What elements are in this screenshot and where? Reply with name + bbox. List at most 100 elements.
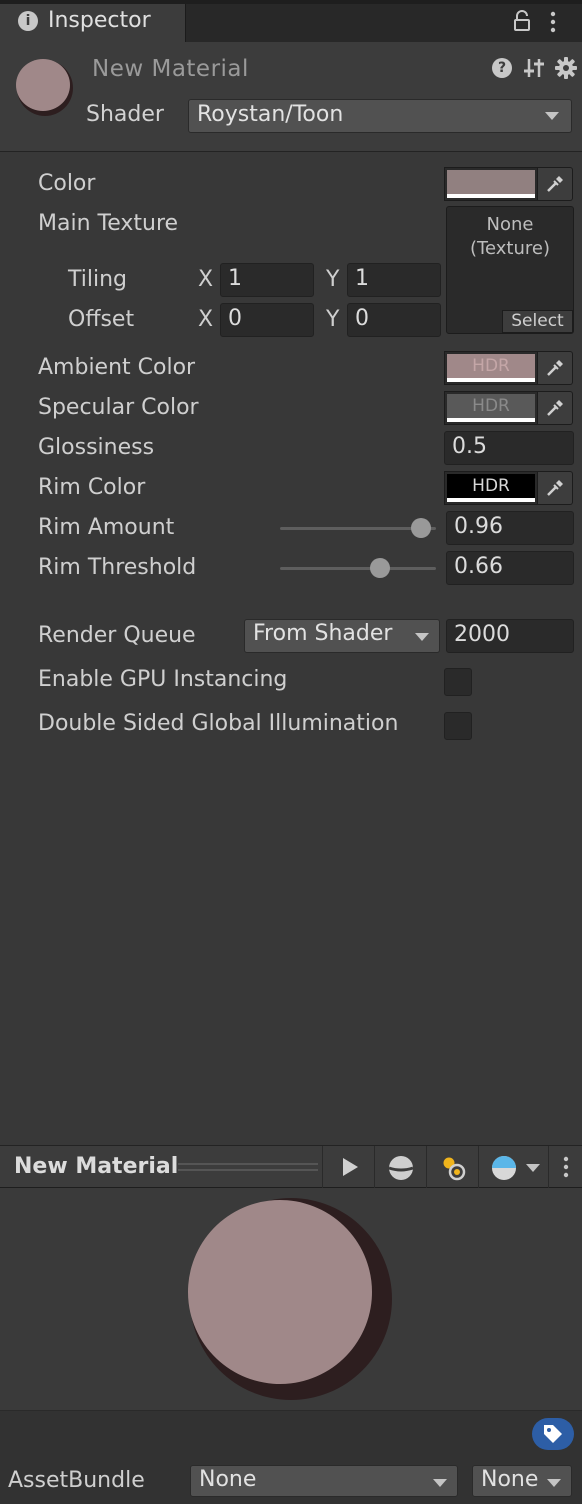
color-swatch[interactable]: [444, 167, 538, 201]
shader-dropdown[interactable]: Roystan/Toon: [188, 99, 572, 133]
help-icon[interactable]: ?: [492, 58, 512, 78]
rim-color-swatch[interactable]: HDR: [444, 471, 538, 505]
texture-slot[interactable]: None (Texture) Select: [446, 206, 574, 334]
preview-menu-button[interactable]: [548, 1146, 582, 1188]
chevron-down-icon: [526, 1164, 540, 1172]
hdr-badge: HDR: [472, 476, 510, 496]
rim-color-fill: HDR: [447, 474, 535, 498]
rim-threshold-slider-knob[interactable]: [369, 558, 390, 578]
ambient-color-fill: HDR: [447, 354, 535, 378]
double-sided-gi-checkbox[interactable]: [444, 712, 472, 740]
skybox-dropdown-button[interactable]: [478, 1146, 548, 1188]
tiling-y-label: Y: [326, 267, 340, 292]
rim-amount-label: Rim Amount: [38, 515, 175, 540]
hdr-badge: HDR: [472, 396, 510, 416]
shader-value: Roystan/Toon: [197, 102, 344, 127]
glossiness-input[interactable]: 0.5: [444, 431, 574, 465]
mesh-select-button[interactable]: [374, 1146, 426, 1188]
rim-threshold-slider-track[interactable]: [280, 567, 436, 570]
offset-y-label: Y: [326, 307, 340, 332]
color-picker-button[interactable]: [538, 167, 573, 201]
alpha-bar: [447, 194, 535, 198]
chevron-down-icon: [415, 633, 429, 641]
gpu-instancing-checkbox[interactable]: [444, 668, 472, 696]
ambient-color-label: Ambient Color: [38, 355, 196, 380]
play-button[interactable]: [322, 1146, 374, 1188]
render-queue-input[interactable]: 2000: [446, 619, 574, 653]
material-preview-sphere: [188, 1198, 392, 1400]
render-queue-dropdown[interactable]: From Shader: [244, 619, 440, 653]
render-queue-label: Render Queue: [38, 623, 196, 648]
texture-select-button[interactable]: Select: [502, 310, 573, 333]
rim-threshold-value: 0.66: [454, 554, 503, 579]
rim-amount-slider-knob[interactable]: [410, 518, 431, 538]
tiling-y-input[interactable]: 1: [347, 263, 441, 297]
eyedropper-icon: [547, 360, 563, 376]
asset-bundle-variant-value: None: [481, 1467, 539, 1492]
preview-toolbar: New Material: [0, 1145, 582, 1188]
glossiness-value: 0.5: [452, 434, 487, 459]
asset-labels-button[interactable]: [532, 1418, 574, 1450]
specular-color-swatch[interactable]: HDR: [444, 391, 538, 425]
rim-color-picker-button[interactable]: [538, 471, 573, 505]
tiling-x-value: 1: [228, 266, 242, 291]
asset-bundle-name-dropdown[interactable]: None: [190, 1465, 458, 1497]
material-header: [0, 42, 582, 152]
gear-icon[interactable]: [555, 57, 577, 79]
hdr-badge: HDR: [472, 356, 510, 376]
tab-label: Inspector: [48, 8, 151, 33]
material-preview[interactable]: [0, 1188, 582, 1410]
play-icon: [343, 1158, 358, 1176]
skybox-sphere-icon: [492, 1156, 516, 1180]
ambient-color-swatch[interactable]: HDR: [444, 351, 538, 385]
specular-color-label: Specular Color: [38, 395, 199, 420]
offset-x-value: 0: [228, 306, 242, 331]
offset-y-value: 0: [355, 306, 369, 331]
light-toggle-button[interactable]: [426, 1146, 478, 1188]
color-label: Color: [38, 171, 96, 196]
double-sided-gi-label: Double Sided Global Illumination: [38, 711, 399, 736]
shader-label: Shader: [86, 102, 164, 127]
rim-threshold-label: Rim Threshold: [38, 555, 197, 580]
presets-icon[interactable]: [523, 57, 545, 79]
ambient-color-picker-button[interactable]: [538, 351, 573, 385]
main-texture-label: Main Texture: [38, 211, 179, 236]
asset-bundle-name-value: None: [199, 1467, 257, 1492]
render-queue-mode: From Shader: [253, 621, 393, 646]
material-name: New Material: [92, 56, 249, 82]
offset-x-input[interactable]: 0: [220, 303, 314, 337]
specular-color-fill: HDR: [447, 394, 535, 418]
tag-icon: [544, 1425, 562, 1443]
tiling-x-label: X: [198, 267, 214, 292]
preview-title[interactable]: New Material: [14, 1154, 178, 1179]
tiling-y-value: 1: [355, 266, 369, 291]
tiling-label: Tiling: [68, 267, 128, 292]
specular-color-picker-button[interactable]: [538, 391, 573, 425]
rim-amount-value: 0.96: [454, 514, 503, 539]
tiling-x-input[interactable]: 1: [220, 263, 314, 297]
drag-handle: [178, 1169, 318, 1171]
lock-icon[interactable]: [512, 10, 532, 32]
glossiness-label: Glossiness: [38, 435, 155, 460]
rim-threshold-input[interactable]: 0.66: [446, 551, 574, 585]
texture-slot-value: None (Texture): [470, 214, 550, 259]
kebab-menu-icon[interactable]: [545, 10, 561, 34]
kebab-menu-icon: [563, 1156, 569, 1178]
rim-color-label: Rim Color: [38, 475, 146, 500]
alpha-bar: [447, 498, 535, 502]
gpu-instancing-label: Enable GPU Instancing: [38, 667, 288, 692]
chevron-down-icon: [433, 1479, 447, 1487]
offset-y-input[interactable]: 0: [347, 303, 441, 337]
material-thumbnail: [16, 59, 73, 116]
color-swatch-fill: [447, 170, 535, 194]
render-queue-value: 2000: [454, 622, 510, 647]
light-icon: [443, 1157, 466, 1181]
asset-bundle-variant-dropdown[interactable]: None: [472, 1465, 572, 1497]
info-icon: i: [18, 11, 38, 31]
eyedropper-icon: [547, 400, 563, 416]
eyedropper-icon: [547, 176, 563, 192]
rim-amount-input[interactable]: 0.96: [446, 511, 574, 545]
offset-label: Offset: [68, 307, 135, 332]
asset-bundle-label: AssetBundle: [8, 1468, 145, 1493]
drag-handle[interactable]: [178, 1163, 318, 1165]
